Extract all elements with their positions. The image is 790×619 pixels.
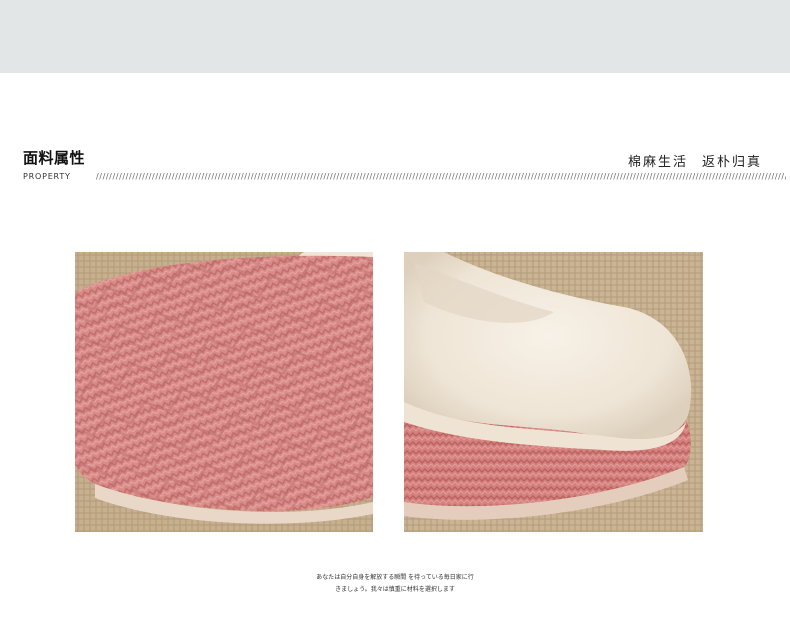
- knit-fabric-photo: [75, 252, 373, 532]
- caption-line-2: きましょう。我々は慎重に材料を選択します: [335, 586, 455, 593]
- section-title: 面料属性: [23, 149, 86, 167]
- slogan: 棉麻生活 返朴归真: [628, 151, 762, 170]
- caption-line-1: あなたは自分自身を解放する瞬間 を待っている毎日家に行: [316, 574, 474, 581]
- slogan-part-1: 棉麻生活: [627, 155, 688, 170]
- section-subtitle: PROPERTY: [23, 172, 71, 181]
- slash-divider: ////////////////////////////////////////…: [96, 172, 786, 181]
- fleece-lining-photo: [404, 252, 703, 532]
- top-banner: [0, 0, 790, 73]
- slogan-part-2: 返朴归真: [701, 155, 762, 170]
